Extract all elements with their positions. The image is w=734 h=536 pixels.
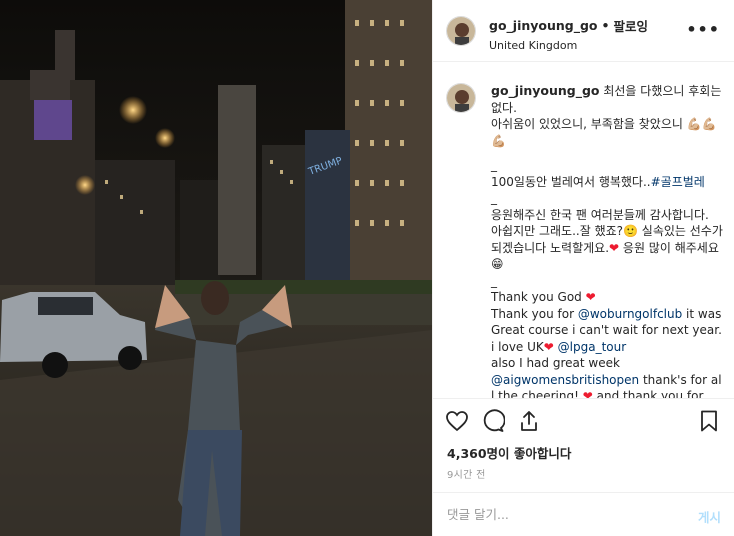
caption-separator: _	[491, 158, 497, 172]
heart-emoji-icon: ❤	[585, 290, 596, 304]
caption-text: 아쉬움이 있었으니, 부족함을 찾았으니 💪🏼💪🏼💪🏼	[491, 117, 717, 148]
caption-text: Thank you God	[491, 290, 586, 304]
post-detail-panel: go_jinyoung_go • 팔로잉 United Kingdom ••• …	[432, 0, 734, 536]
post-comment-button[interactable]: 게시	[698, 507, 721, 526]
following-button[interactable]: 팔로잉	[614, 16, 649, 35]
caption-text: 100일동안 벌레여서 행복했다..	[491, 174, 651, 189]
comment-input[interactable]	[447, 507, 667, 522]
caption-text: Thank you for	[491, 306, 578, 321]
heart-emoji-icon: ❤	[582, 389, 593, 398]
caption-username[interactable]: go_jinyoung_go	[491, 83, 600, 98]
likes-count[interactable]: 4,360명이 좋아합니다	[447, 443, 571, 462]
bookmark-icon[interactable]	[697, 409, 721, 433]
comment-bubble-icon[interactable]	[481, 409, 505, 433]
post-header: go_jinyoung_go • 팔로잉 United Kingdom •••	[433, 0, 734, 62]
caption-avatar[interactable]	[446, 83, 476, 113]
action-bar	[433, 398, 734, 438]
separator-dot: •	[601, 18, 610, 33]
caption-separator: _	[491, 273, 497, 288]
hashtag-link[interactable]: #골프벌레	[651, 175, 705, 189]
caption-text: and thank you for	[592, 389, 704, 398]
location-link[interactable]: United Kingdom	[489, 39, 648, 52]
heart-emoji-icon: ❤	[543, 339, 554, 354]
caption-text: also I had great week	[491, 356, 620, 370]
post-caption: go_jinyoung_go 최선을 다했으니 후회는 없다. 아쉬움이 있었으…	[491, 83, 723, 398]
more-options-icon[interactable]: •••	[686, 20, 720, 39]
comment-box: 게시	[433, 492, 734, 536]
share-icon[interactable]	[517, 409, 541, 433]
mention-link[interactable]: @aigwomensbritishopen	[491, 373, 639, 387]
post-photo[interactable]: TRUMP	[0, 0, 432, 536]
heart-emoji-icon: ❤	[609, 240, 620, 255]
caption-separator: _	[491, 191, 497, 205]
author-username[interactable]: go_jinyoung_go	[489, 18, 598, 33]
mention-link[interactable]: @lpga_tour	[554, 340, 627, 354]
like-heart-icon[interactable]	[445, 409, 469, 433]
caption-scroll-area[interactable]: go_jinyoung_go 최선을 다했으니 후회는 없다. 아쉬움이 있었으…	[433, 63, 734, 398]
avatar[interactable]	[446, 16, 476, 46]
post-timestamp[interactable]: 9시간 전	[447, 466, 486, 481]
mention-link[interactable]: @woburngolfclub	[578, 307, 682, 321]
